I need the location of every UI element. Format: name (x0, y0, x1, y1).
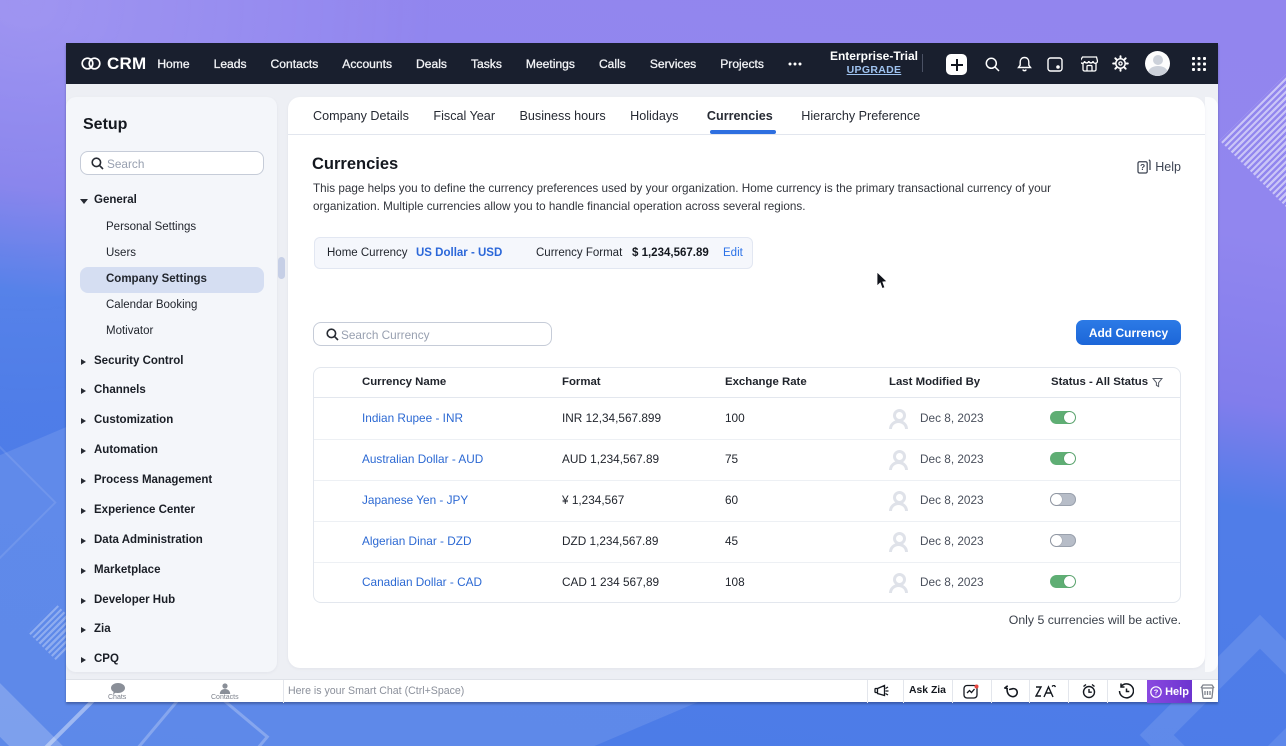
svg-text:?: ? (1154, 687, 1159, 696)
svg-text:?: ? (1140, 162, 1145, 172)
